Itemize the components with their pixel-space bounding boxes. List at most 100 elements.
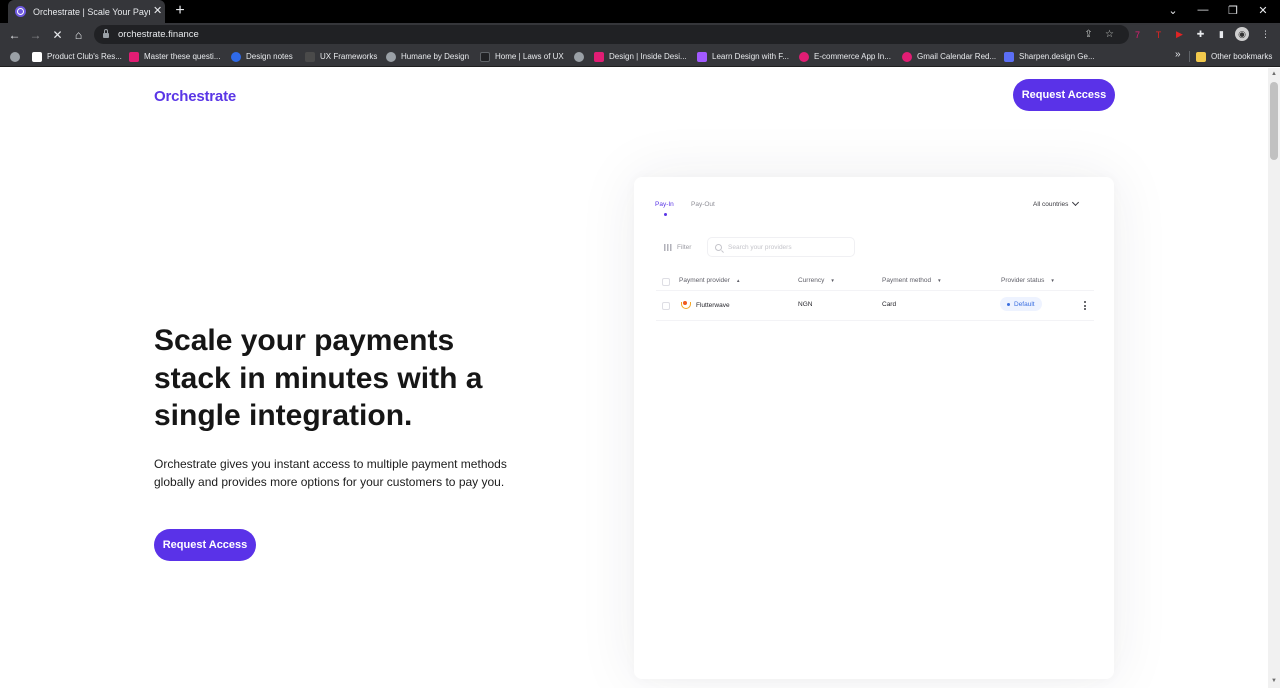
- bookmarks-divider: [1189, 51, 1190, 62]
- bookmark-item[interactable]: Learn Design with F...: [697, 50, 789, 63]
- extension-play-icon[interactable]: ▶: [1172, 27, 1187, 42]
- status-badge: Default: [1000, 297, 1042, 311]
- flutterwave-logo-icon: [680, 301, 691, 310]
- country-select[interactable]: All countries: [1033, 198, 1080, 208]
- bookmark-item[interactable]: E-commerce App In...: [799, 50, 891, 63]
- bookmark-star-icon[interactable]: ☆: [1102, 27, 1117, 42]
- extensions-puzzle-icon[interactable]: ✚: [1193, 27, 1208, 42]
- stop-loading-icon[interactable]: ✕: [49, 26, 66, 43]
- bookmark-label: Gmail Calendar Red...: [917, 52, 997, 61]
- column-label: Payment provider: [679, 277, 730, 284]
- header-divider: [656, 290, 1094, 291]
- row-checkbox[interactable]: [662, 302, 670, 310]
- bookmark-favicon-icon: [305, 51, 315, 62]
- minimize-icon[interactable]: —: [1188, 0, 1218, 20]
- notion-icon: [32, 51, 42, 62]
- globe-icon: [10, 51, 20, 62]
- url-text: orchestrate.finance: [118, 29, 199, 40]
- tab-search-icon[interactable]: ⌄: [1158, 0, 1188, 20]
- lock-icon: [103, 29, 109, 38]
- orchestrate-logo[interactable]: Orchestrate: [154, 88, 236, 105]
- hero-request-access-button[interactable]: Request Access: [154, 529, 256, 561]
- bookmark-label: Home | Laws of UX: [495, 52, 564, 61]
- filter-button[interactable]: Filter: [656, 237, 699, 257]
- provider-cell: Flutterwave: [680, 301, 730, 310]
- column-label: Currency: [798, 277, 825, 284]
- bookmark-label: Design notes: [246, 52, 293, 61]
- bookmark-item[interactable]: Design | Inside Desi...: [594, 50, 687, 63]
- browser-tab[interactable]: Orchestrate | Scale Your Payments ✕: [8, 0, 165, 23]
- column-header-status[interactable]: Provider status ▼: [1001, 277, 1055, 284]
- close-tab-icon[interactable]: ✕: [153, 6, 162, 17]
- dribbble-icon: [902, 51, 912, 62]
- restore-icon[interactable]: ❐: [1218, 0, 1248, 20]
- bookmark-favicon-icon: [1004, 51, 1014, 62]
- select-all-checkbox[interactable]: [662, 278, 670, 286]
- share-icon[interactable]: ⇪: [1081, 27, 1096, 42]
- profile-avatar-icon[interactable]: ◉: [1235, 27, 1249, 41]
- bookmark-item[interactable]: Gmail Calendar Red...: [902, 50, 996, 63]
- address-bar[interactable]: orchestrate.finance ⇪ ☆: [94, 25, 1129, 44]
- scroll-up-icon[interactable]: ▲: [1270, 71, 1278, 77]
- bookmark-favicon-icon: [129, 51, 139, 62]
- apps-icon[interactable]: [10, 50, 25, 63]
- bookmark-item[interactable]: [574, 50, 589, 63]
- sort-asc-icon: ▲: [735, 278, 741, 283]
- bookmark-label: Design | Inside Desi...: [609, 52, 687, 61]
- bookmark-item[interactable]: Master these questi...: [129, 50, 220, 63]
- bookmark-item[interactable]: Design notes: [231, 50, 293, 63]
- close-window-icon[interactable]: ✕: [1248, 0, 1278, 20]
- globe-icon: [574, 51, 584, 62]
- browser-menu-icon[interactable]: ⋮: [1258, 27, 1273, 42]
- sort-desc-icon: ▼: [830, 278, 835, 283]
- tab-pay-in[interactable]: Pay-In: [655, 201, 674, 208]
- column-header-currency[interactable]: Currency ▼: [798, 277, 835, 284]
- tab-title: Orchestrate | Scale Your Payments: [33, 6, 150, 17]
- side-panel-icon[interactable]: ▮: [1214, 27, 1229, 42]
- extension-tp-icon[interactable]: T: [1151, 27, 1166, 42]
- browser-toolbar: ← → ✕ ⌂ orchestrate.finance ⇪ ☆ 7 T ▶ ✚ …: [0, 23, 1280, 46]
- bookmark-item[interactable]: Product Club's Res...: [32, 50, 122, 63]
- provider-search-input[interactable]: Search your providers: [707, 237, 855, 257]
- search-icon: [715, 243, 722, 251]
- scroll-thumb[interactable]: [1270, 82, 1278, 160]
- page: Orchestrate Request Access Scale your pa…: [0, 68, 1268, 688]
- dribbble-icon: [799, 51, 809, 62]
- more-bookmarks-icon[interactable]: »: [1175, 49, 1181, 60]
- provider-name: Flutterwave: [696, 302, 730, 309]
- bookmark-favicon-icon: [231, 51, 241, 62]
- browser-tab-strip: Orchestrate | Scale Your Payments ✕ + ⌄ …: [0, 0, 1280, 23]
- scroll-down-icon[interactable]: ▼: [1270, 678, 1278, 684]
- bookmark-label: Sharpen.design Ge...: [1019, 52, 1095, 61]
- bookmark-item[interactable]: UX Frameworks: [305, 50, 377, 63]
- bookmarks-bar: Product Club's Res... Master these quest…: [0, 46, 1280, 67]
- method-cell: Card: [882, 301, 897, 308]
- column-header-provider[interactable]: Payment provider ▲: [679, 277, 740, 284]
- bookmark-item[interactable]: Sharpen.design Ge...: [1004, 50, 1095, 63]
- other-bookmarks[interactable]: Other bookmarks: [1196, 50, 1272, 63]
- column-header-method[interactable]: Payment method ▼: [882, 277, 942, 284]
- row-divider: [656, 320, 1094, 321]
- row-actions-icon[interactable]: [1083, 301, 1086, 310]
- extension-red-icon[interactable]: 7: [1130, 27, 1145, 42]
- country-select-label: All countries: [1033, 201, 1069, 208]
- bookmark-label: E-commerce App In...: [814, 52, 891, 61]
- forward-icon[interactable]: →: [27, 26, 44, 43]
- header-request-access-button[interactable]: Request Access: [1013, 79, 1115, 111]
- tab-pay-out[interactable]: Pay-Out: [691, 201, 715, 208]
- hero-subtitle: Orchestrate gives you instant access to …: [154, 457, 507, 489]
- bookmark-favicon-icon: [594, 51, 604, 62]
- bookmark-label: Product Club's Res...: [47, 52, 122, 61]
- other-bookmarks-label: Other bookmarks: [1211, 52, 1273, 61]
- bookmark-label: Master these questi...: [144, 52, 221, 61]
- orchestrate-favicon-icon: [15, 6, 26, 17]
- dashboard-preview-card: Pay-In Pay-Out All countries Filter Sear…: [634, 177, 1114, 679]
- page-scrollbar[interactable]: ▲ ▼: [1268, 68, 1280, 688]
- bookmark-favicon-icon: [480, 51, 490, 62]
- bookmark-item[interactable]: Home | Laws of UX: [480, 50, 564, 63]
- bookmark-item[interactable]: Humane by Design: [386, 50, 469, 63]
- back-icon[interactable]: ←: [6, 26, 23, 43]
- new-tab-icon[interactable]: +: [172, 2, 188, 20]
- home-icon[interactable]: ⌂: [70, 26, 87, 43]
- column-label: Payment method: [882, 277, 932, 284]
